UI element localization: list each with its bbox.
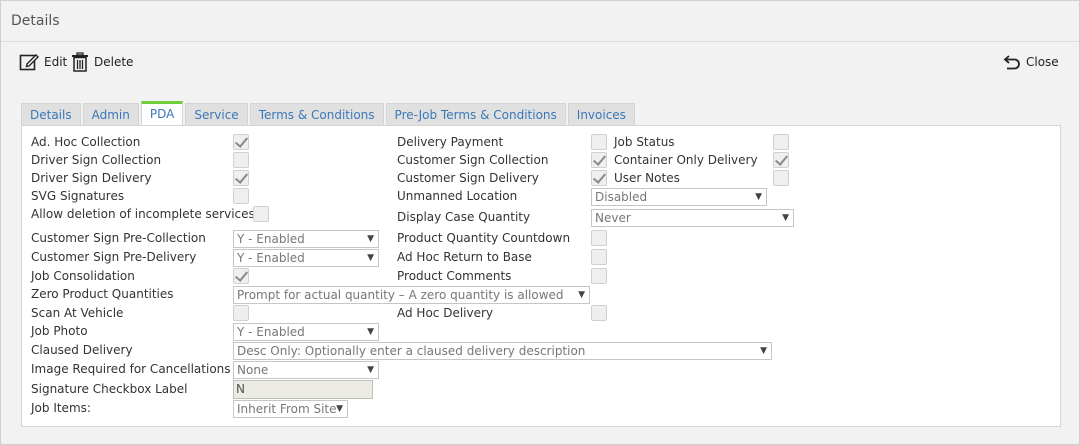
user-notes-checkbox[interactable] [773, 170, 789, 186]
unmanned-location-value: Disabled [595, 190, 648, 204]
job-items-value: Inherit From Site [237, 402, 337, 416]
job-photo-label: Job Photo [31, 324, 88, 338]
tab-pre-job-terms-conditions[interactable]: Pre-Job Terms & Conditions [385, 103, 566, 126]
details-panel: Details Edit Delete Close Details Admin [0, 0, 1080, 445]
ad-hoc-return-to-base-label: Ad Hoc Return to Base [397, 250, 532, 264]
edit-icon [19, 54, 39, 71]
edit-button[interactable]: Edit [19, 51, 67, 73]
claused-delivery-label: Claused Delivery [31, 343, 133, 357]
image-required-label: Image Required for Cancellations [31, 362, 231, 376]
job-items-select[interactable]: Inherit From Site ▼ [233, 400, 348, 418]
user-notes-label: User Notes [614, 171, 680, 185]
tab-area: Details Admin PDA Service Terms & Condit… [21, 101, 1061, 427]
delete-button[interactable]: Delete [71, 51, 133, 73]
claused-delivery-value: Desc Only: Optionally enter a claused de… [237, 344, 586, 358]
customer-sign-collection-checkbox[interactable] [591, 152, 607, 168]
ad-hoc-return-to-base-checkbox[interactable] [591, 249, 607, 265]
product-quantity-countdown-label: Product Quantity Countdown [397, 231, 571, 245]
return-arrow-icon [1003, 55, 1020, 70]
allow-deletion-checkbox[interactable] [253, 206, 269, 222]
chevron-down-icon: ▼ [782, 213, 789, 223]
driver-sign-delivery-label: Driver Sign Delivery [31, 171, 152, 185]
chevron-down-icon: ▼ [760, 346, 767, 356]
delivery-payment-checkbox[interactable] [591, 134, 607, 150]
customer-sign-pre-collection-label: Customer Sign Pre-Collection [31, 231, 206, 245]
ad-hoc-delivery-checkbox[interactable] [591, 305, 607, 321]
tab-pda[interactable]: PDA [140, 101, 184, 126]
ad-hoc-delivery-label: Ad Hoc Delivery [397, 306, 494, 320]
customer-sign-delivery-label: Customer Sign Delivery [397, 171, 539, 185]
chevron-down-icon: ▼ [336, 404, 343, 414]
chevron-down-icon: ▼ [367, 327, 374, 337]
allow-deletion-label: Allow deletion of incomplete services [31, 207, 255, 221]
customer-sign-delivery-checkbox[interactable] [591, 170, 607, 186]
unmanned-location-select[interactable]: Disabled ▼ [591, 188, 767, 206]
zero-product-quantities-value: Prompt for actual quantity – A zero quan… [237, 288, 564, 302]
customer-sign-pre-delivery-select[interactable]: Y - Enabled ▼ [233, 249, 379, 267]
zero-product-quantities-label: Zero Product Quantities [31, 287, 174, 301]
tab-details[interactable]: Details [21, 103, 81, 126]
driver-sign-collection-label: Driver Sign Collection [31, 153, 162, 167]
container-only-delivery-label: Container Only Delivery [614, 153, 758, 167]
tab-service[interactable]: Service [185, 103, 248, 126]
job-consolidation-checkbox[interactable] [233, 268, 249, 284]
job-status-label: Job Status [614, 135, 675, 149]
job-consolidation-label: Job Consolidation [31, 269, 135, 283]
job-photo-select[interactable]: Y - Enabled ▼ [233, 323, 379, 341]
image-required-select[interactable]: None ▼ [233, 361, 379, 379]
tab-invoices[interactable]: Invoices [567, 103, 635, 126]
chevron-down-icon: ▼ [367, 365, 374, 375]
chevron-down-icon: ▼ [578, 290, 585, 300]
driver-sign-collection-checkbox[interactable] [233, 152, 249, 168]
customer-sign-collection-label: Customer Sign Collection [397, 153, 549, 167]
delete-label: Delete [94, 55, 134, 69]
close-label: Close [1026, 55, 1059, 69]
product-comments-label: Product Comments [397, 269, 512, 283]
display-case-quantity-select[interactable]: Never ▼ [591, 209, 794, 227]
tab-bar: Details Admin PDA Service Terms & Condit… [21, 101, 637, 126]
edit-label: Edit [44, 55, 68, 69]
chevron-down-icon: ▼ [755, 192, 762, 202]
title-divider [1, 41, 1079, 42]
delivery-payment-label: Delivery Payment [397, 135, 504, 149]
claused-delivery-select[interactable]: Desc Only: Optionally enter a claused de… [233, 342, 772, 360]
panel-title: Details [11, 13, 60, 29]
container-only-delivery-checkbox[interactable] [773, 152, 789, 168]
signature-checkbox-label-label: Signature Checkbox Label [31, 382, 188, 396]
unmanned-location-label: Unmanned Location [397, 189, 518, 203]
pda-settings-content: Ad. Hoc Collection Driver Sign Collectio… [21, 125, 1061, 427]
display-case-quantity-value: Never [595, 211, 631, 225]
svg-signatures-label: SVG Signatures [31, 189, 125, 203]
driver-sign-delivery-checkbox[interactable] [233, 170, 249, 186]
customer-sign-pre-delivery-value: Y - Enabled [237, 251, 305, 265]
tab-admin[interactable]: Admin [82, 103, 139, 126]
trash-icon [72, 52, 88, 72]
chevron-down-icon: ▼ [367, 234, 374, 244]
signature-checkbox-label-input[interactable]: N [233, 380, 373, 399]
job-status-checkbox[interactable] [773, 134, 789, 150]
close-button[interactable]: Close [1003, 51, 1059, 73]
job-items-label: Job Items: [31, 401, 91, 415]
customer-sign-pre-delivery-label: Customer Sign Pre-Delivery [31, 250, 197, 264]
scan-at-vehicle-label: Scan At Vehicle [31, 306, 124, 320]
ad-hoc-collection-checkbox[interactable] [233, 134, 249, 150]
scan-at-vehicle-checkbox[interactable] [233, 305, 249, 321]
image-required-value: None [237, 363, 269, 377]
svg-signatures-checkbox[interactable] [233, 188, 249, 204]
tab-terms-conditions[interactable]: Terms & Conditions [249, 103, 384, 126]
display-case-quantity-label: Display Case Quantity [397, 210, 531, 224]
ad-hoc-collection-label: Ad. Hoc Collection [31, 135, 141, 149]
product-quantity-countdown-checkbox[interactable] [591, 230, 607, 246]
product-comments-checkbox[interactable] [591, 268, 607, 284]
job-photo-value: Y - Enabled [237, 325, 305, 339]
customer-sign-pre-collection-value: Y - Enabled [237, 232, 305, 246]
zero-product-quantities-select[interactable]: Prompt for actual quantity – A zero quan… [233, 286, 590, 304]
customer-sign-pre-collection-select[interactable]: Y - Enabled ▼ [233, 230, 379, 248]
chevron-down-icon: ▼ [367, 253, 374, 263]
